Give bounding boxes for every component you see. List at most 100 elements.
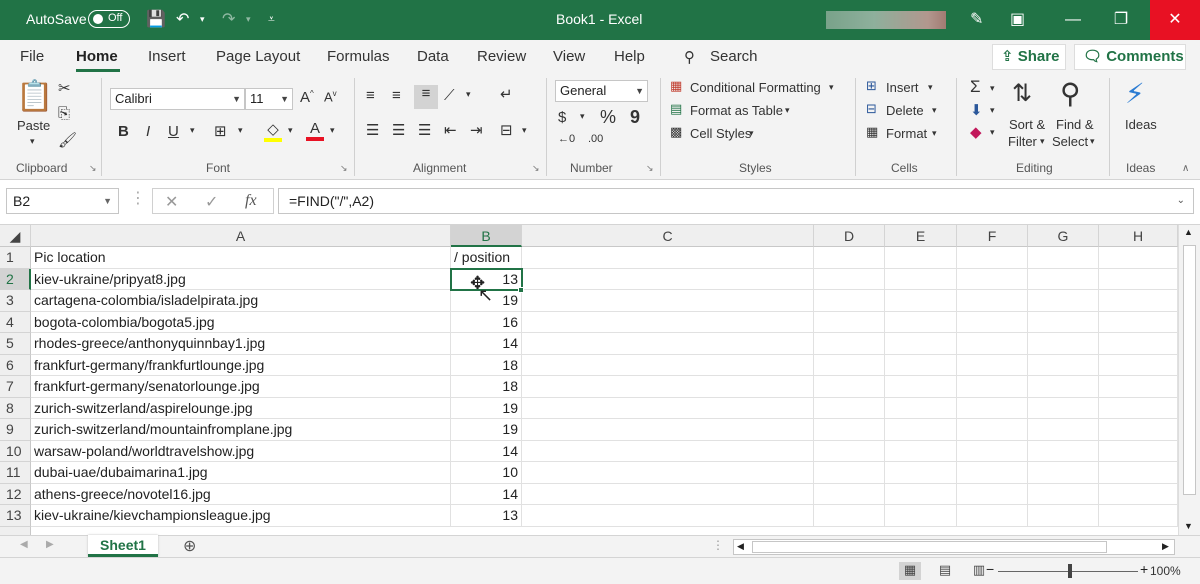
collapse-ribbon-icon[interactable]: ∧ [1182,163,1189,174]
restore-button[interactable]: ❐ [1098,0,1144,40]
empty-cell[interactable] [522,247,814,269]
tab-view[interactable]: View [553,48,585,65]
font-launcher-icon[interactable]: ↘ [340,163,348,174]
scroll-right-icon[interactable]: ▶ [1162,541,1169,552]
wrap-text-icon[interactable]: ↵ [500,85,513,103]
cell-b[interactable]: 18 [451,376,522,398]
cell-a[interactable]: zurich-switzerland/mountainfromplane.jpg [31,419,451,441]
empty-cell[interactable] [1028,376,1099,398]
save-icon[interactable]: 💾 [146,9,166,29]
cell-b[interactable]: 10 [451,462,522,484]
redo-icon[interactable]: ↷ [222,9,235,29]
cell-a[interactable]: rhodes-greece/anthonyquinnbay1.jpg [31,333,451,355]
row-header[interactable]: 13 [0,505,31,527]
ideas-button[interactable]: Ideas [1125,117,1157,132]
alignment-launcher-icon[interactable]: ↘ [532,163,540,174]
italic-button[interactable]: I [146,123,150,140]
column-header-a[interactable]: A [31,225,451,247]
column-header-c[interactable]: C [522,225,814,247]
empty-cell[interactable] [1028,505,1099,527]
empty-cell[interactable] [522,376,814,398]
cell-b[interactable]: 14 [451,333,522,355]
insert-dropdown-icon[interactable]: ▾ [928,82,933,93]
cell-a[interactable]: frankfurt-germany/senatorlounge.jpg [31,376,451,398]
sort-filter-icon[interactable]: ⇅ [1012,79,1032,108]
underline-button[interactable]: U [168,123,179,140]
bottom-align-icon[interactable]: ≡ [414,85,438,109]
redo-dropdown-icon[interactable]: ▾ [246,14,251,25]
row-header[interactable]: 12 [0,483,31,505]
comma-style-icon[interactable]: 9 [630,107,640,128]
format-cells-icon[interactable]: ▦ [866,124,878,140]
empty-cell[interactable] [1028,483,1099,505]
customize-toolbar-icon[interactable]: ⩡ [268,12,275,27]
empty-cell[interactable] [957,311,1028,333]
empty-cell[interactable] [814,311,885,333]
empty-cell[interactable] [957,354,1028,376]
minimize-button[interactable]: — [1050,0,1096,40]
empty-cell[interactable] [814,505,885,527]
formula-input[interactable]: =FIND("/",A2) ⌄ [278,188,1194,214]
cell-b[interactable]: / position [451,247,522,269]
name-box[interactable]: B2 ▼ [6,188,119,214]
column-header-b[interactable]: B [451,225,522,247]
middle-align-icon[interactable]: ≡ [392,87,401,104]
horizontal-scroll-thumb[interactable] [752,541,1107,553]
scroll-up-icon[interactable]: ▲ [1184,227,1193,237]
split-handle-icon[interactable]: ⋮ [712,538,724,552]
format-cells-button[interactable]: Format [886,126,927,141]
row-header[interactable]: 9 [0,419,31,441]
fill-handle[interactable] [518,287,524,293]
empty-cell[interactable] [885,247,957,269]
cell-b[interactable]: 19 [451,397,522,419]
column-header-h[interactable]: H [1099,225,1178,247]
orientation-dropdown-icon[interactable]: ▾ [466,89,471,100]
tab-home[interactable]: Home [76,48,118,65]
empty-cell[interactable] [1099,268,1178,290]
column-header-d[interactable]: D [814,225,885,247]
empty-cell[interactable] [814,397,885,419]
tab-data[interactable]: Data [417,48,449,65]
empty-cell[interactable] [1099,311,1178,333]
enter-icon[interactable]: ✓ [205,192,218,212]
autosum-dropdown-icon[interactable]: ▾ [990,83,995,94]
share-button[interactable]: ⇪ Share [992,44,1066,70]
clear-icon[interactable]: ◆ [970,123,982,141]
empty-cell[interactable] [814,440,885,462]
empty-cell[interactable] [885,268,957,290]
row-header[interactable]: 11 [0,462,31,484]
empty-cell[interactable] [1099,397,1178,419]
paste-dropdown-icon[interactable]: ▾ [30,136,35,147]
empty-cell[interactable] [885,311,957,333]
fill-color-dropdown-icon[interactable]: ▾ [288,125,293,136]
empty-cell[interactable] [885,354,957,376]
vertical-scroll-thumb[interactable] [1183,245,1196,495]
number-launcher-icon[interactable]: ↘ [646,163,654,174]
add-sheet-icon[interactable]: ⊕ [183,536,196,556]
insert-cells-button[interactable]: Insert [886,80,919,95]
clipboard-launcher-icon[interactable]: ↘ [89,163,97,174]
empty-cell[interactable] [885,483,957,505]
paste-icon[interactable]: 📋 [16,79,53,114]
tab-help[interactable]: Help [614,48,645,65]
cell-styles-dropdown-icon[interactable]: ▾ [749,128,754,139]
empty-cell[interactable] [1028,247,1099,269]
zoom-out-icon[interactable]: − [986,561,994,577]
delete-cells-button[interactable]: Delete [886,103,924,118]
cell-b[interactable]: 14 [451,483,522,505]
empty-cell[interactable] [522,333,814,355]
cell-b[interactable]: 16 [451,311,522,333]
cell-a[interactable]: dubai-uae/dubaimarina1.jpg [31,462,451,484]
align-right-icon[interactable]: ☰ [418,121,431,139]
close-button[interactable]: ✕ [1150,0,1200,40]
tab-formulas[interactable]: Formulas [327,48,390,65]
borders-icon[interactable]: ⊞ [214,122,227,140]
empty-cell[interactable] [957,419,1028,441]
empty-cell[interactable] [1028,268,1099,290]
zoom-in-icon[interactable]: + [1140,561,1148,577]
paste-label[interactable]: Paste [17,118,50,133]
empty-cell[interactable] [814,290,885,312]
next-sheet-icon[interactable]: ▶ [46,539,54,550]
empty-cell[interactable] [1028,290,1099,312]
align-left-icon[interactable]: ☰ [366,121,379,139]
